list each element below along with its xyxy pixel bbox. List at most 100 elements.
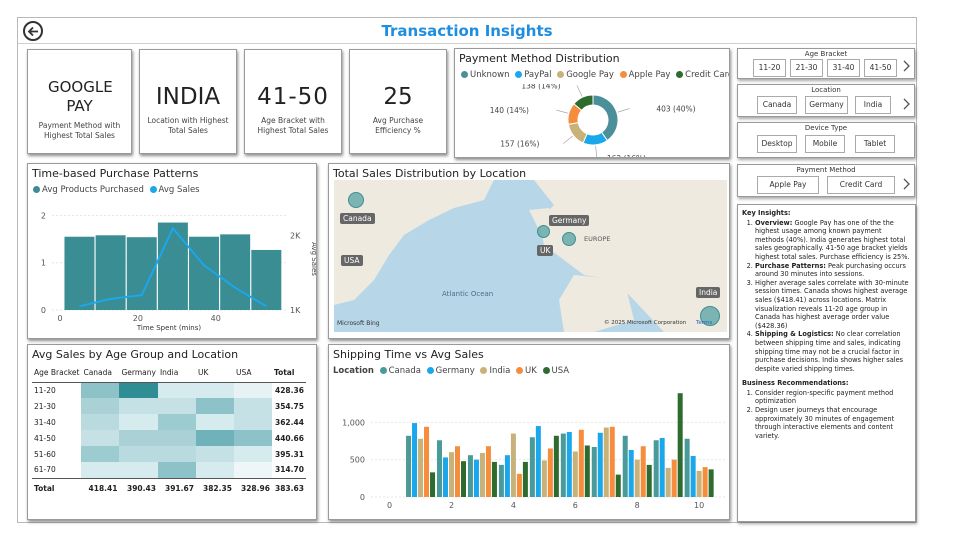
bar-canada — [622, 435, 628, 497]
slicer-option-india[interactable]: India — [855, 96, 891, 114]
matrix-col-header[interactable]: Age Bracket — [32, 363, 82, 383]
bar-india — [634, 459, 640, 497]
matrix-col-header[interactable]: UK — [195, 363, 234, 383]
recommendations-list: Consider region-specific payment method … — [742, 389, 911, 441]
y2-tick-label: 2K — [290, 232, 301, 241]
bar-uk — [702, 467, 708, 497]
bar-india — [448, 452, 454, 497]
chart-title: Avg Sales by Age Group and Location — [32, 348, 239, 361]
matrix-col-header[interactable]: Germany — [119, 363, 158, 383]
slicer-option-desktop[interactable]: Desktop — [757, 135, 797, 153]
bar-uk — [516, 473, 522, 497]
chevron-right-icon[interactable] — [902, 178, 910, 190]
bar-usa — [584, 445, 590, 497]
map-terms-link[interactable]: Terms — [696, 320, 712, 326]
bar-usa — [430, 472, 436, 497]
slicer-option-canada[interactable]: Canada — [757, 96, 797, 114]
header-bar: Transaction Insights — [18, 18, 916, 44]
map-label-canada: Canada — [340, 213, 375, 224]
bar-india — [541, 460, 547, 497]
kpi-value: 41-50 — [257, 84, 329, 110]
matrix-cell — [157, 462, 196, 478]
slicer-option-apple-pay[interactable]: Apple Pay — [757, 176, 819, 194]
time-purchase-chart: Time-based Purchase Patterns Avg Product… — [27, 163, 317, 339]
bar-uk — [578, 429, 584, 497]
matrix-row-label: 31-40 — [34, 417, 56, 427]
slicer-option-11-20[interactable]: 11-20 — [753, 59, 786, 77]
bar-usa — [491, 461, 497, 497]
slicer-option-41-50[interactable]: 41-50 — [864, 59, 897, 77]
matrix-row: 31-40 362.44 — [32, 414, 306, 430]
donut-leader-line — [576, 85, 583, 97]
bar-india — [572, 451, 578, 497]
slicer-option-31-40[interactable]: 31-40 — [827, 59, 860, 77]
matrix-col-header[interactable]: Canada — [81, 363, 120, 383]
matrix-header-row: Age Bracket Canada Germany India UK USA … — [32, 363, 306, 383]
map-bubble-uk[interactable] — [562, 232, 576, 246]
matrix-row-label: 11-20 — [34, 385, 56, 395]
matrix-cell — [119, 398, 158, 414]
kpi-label: Age Bracket with Highest Total Sales — [257, 116, 329, 135]
matrix-cell — [233, 462, 272, 478]
chevron-right-icon[interactable] — [902, 60, 910, 72]
bar-usa — [677, 393, 683, 497]
matrix-row: 61-70 314.70 — [32, 462, 306, 478]
legend-item: Apple Pay — [628, 70, 671, 80]
matrix-row-total: 395.31 — [275, 449, 304, 459]
bar-canada — [591, 446, 597, 497]
kpi-card-payment-method: GOOGLE PAY Payment Method with Highest T… — [27, 49, 132, 154]
donut-leader-line — [556, 109, 568, 114]
matrix-total-cell: 382.35 — [195, 477, 234, 498]
bar-india — [479, 452, 485, 497]
chevron-right-icon[interactable] — [902, 98, 910, 110]
matrix-cell — [119, 382, 158, 398]
bar-germany — [535, 426, 541, 497]
bar-usa — [522, 461, 528, 497]
slicer-option-credit-card[interactable]: Credit Card — [827, 176, 895, 194]
kpi-value: 25 — [383, 84, 413, 110]
y-tick-label: 500 — [350, 456, 365, 465]
bar-india — [665, 467, 671, 497]
recommendation-item: Consider region-specific payment method … — [755, 389, 911, 406]
matrix-col-header[interactable]: India — [157, 363, 196, 383]
slicer-option-germany[interactable]: Germany — [805, 96, 848, 114]
matrix-cell — [157, 382, 196, 398]
legend-item: Google Pay — [566, 70, 614, 80]
donut-data-label: 140 (14%) — [490, 106, 529, 115]
donut-data-label: 138 (14%) — [521, 84, 560, 91]
bar-germany — [566, 432, 572, 497]
matrix-cell — [195, 446, 234, 462]
age-bracket-slicer: Age Bracket 11-20 21-30 31-40 41-50 — [737, 48, 915, 79]
bar-india — [696, 470, 702, 497]
kpi-label: Location with Highest Total Sales — [147, 116, 229, 135]
legend-item: Credit Card — [685, 70, 730, 80]
insight-head: Overview: — [755, 218, 793, 227]
donut-data-label: 403 (40%) — [656, 105, 695, 114]
map-bubble-germany[interactable] — [537, 225, 550, 238]
matrix-row: 51-60 395.31 — [32, 446, 306, 462]
slicer-option-mobile[interactable]: Mobile — [805, 135, 845, 153]
map-label-india: India — [696, 287, 721, 298]
matrix-cell — [233, 414, 272, 430]
map-label-usa: USA — [341, 255, 363, 266]
age-location-matrix: Avg Sales by Age Group and Location Age … — [27, 344, 317, 520]
bar-uk — [671, 459, 677, 497]
matrix-cell — [119, 446, 158, 462]
matrix-col-header[interactable]: USA — [233, 363, 272, 383]
chart-legend: Unknown PayPal Google Pay Apple Pay Cred… — [458, 70, 730, 80]
recommendation-item: Design user journeys that encourage appr… — [755, 406, 911, 440]
bar-canada — [529, 437, 535, 497]
map-bubble-canada[interactable] — [348, 192, 364, 208]
slicer-option-tablet[interactable]: Tablet — [855, 135, 895, 153]
bar-germany — [473, 459, 479, 497]
insights-panel: Key Insights: Overview: Google Pay has o… — [737, 204, 916, 522]
map-canvas[interactable]: Canada Germany EUROPE UK USA Atlantic Oc… — [334, 180, 727, 332]
slicer-title: Device Type — [804, 124, 848, 132]
matrix-cell — [81, 430, 120, 446]
bar-germany — [597, 432, 603, 497]
kpi-label: Avg Purchase Efficiency % — [372, 116, 424, 135]
shipping-chart-plot: 0 500 1,000 0 2 4 6 8 10 — [342, 393, 727, 510]
matrix-col-header[interactable]: Total — [271, 363, 306, 383]
bar-canada — [498, 464, 504, 497]
slicer-option-21-30[interactable]: 21-30 — [790, 59, 823, 77]
